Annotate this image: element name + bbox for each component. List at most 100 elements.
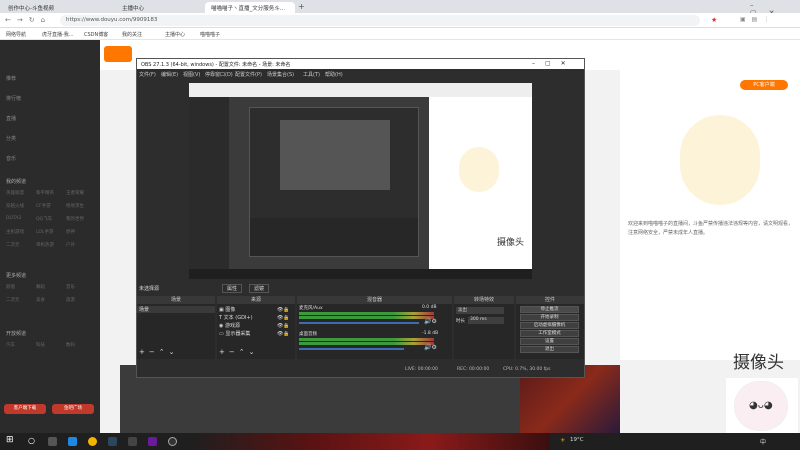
obs-menu-view[interactable]: 视图(V) [183,71,200,78]
nav-buttons-icon[interactable]: ←→↻⌂ [5,16,51,24]
chrome-icon[interactable] [88,437,97,446]
sidebar-item-rank[interactable]: 排行榜 [6,95,21,102]
task-view-icon[interactable] [48,437,57,446]
duration-input[interactable]: 300 ms [468,317,504,324]
new-tab-icon[interactable]: + [298,2,305,11]
volume-slider[interactable] [299,348,404,350]
speaker-gear-icon[interactable]: 🔊⚙ [424,344,437,351]
filters-button[interactable]: 滤镜 [249,284,270,293]
settings-button[interactable]: 设置 [520,338,579,345]
channel-link[interactable]: 音乐 [66,284,96,290]
mascot-image [680,115,760,205]
channel-link[interactable]: 旅游 [66,297,96,303]
obs-menu-tools[interactable]: 工具(T) [303,71,320,78]
channel-link[interactable]: 王者荣耀 [66,190,96,196]
obs-menu-help[interactable]: 帮助(H) [325,71,343,78]
bookmark-item[interactable]: 喵喵喵子 [200,31,220,38]
channel-link[interactable]: 二次元 [6,242,36,248]
channel-link[interactable]: 和平精英 [36,190,66,196]
browser-tab-1[interactable]: 创作中心-斗鱼视频 [2,2,62,13]
obs-menu-profile[interactable]: 配置文件(P) [235,71,262,78]
ime-indicator[interactable]: 中 [760,437,766,446]
bookmark-item[interactable]: CSDN博客 [84,31,108,38]
source-controls-icon[interactable]: +−⌃⌄ [219,348,258,356]
channel-link[interactable]: DOTA2 [6,216,36,222]
obs-menu-docks[interactable]: 停靠窗口(D) [205,71,233,78]
preview-browser-chrome [189,83,532,97]
obs-source-toolbar: 未选择源 属性 滤镜 [137,283,584,293]
bookmark-item[interactable]: 主播中心 [165,31,185,38]
weather-icon[interactable]: ☀ [560,437,565,444]
stop-streaming-button[interactable]: 停止推流 [520,306,579,313]
search-icon[interactable]: ○ [28,436,35,445]
sidebar-item-music[interactable]: 音乐 [6,155,16,162]
controls-dock: 停止推流 开始录制 启动虚拟摄像机 工作室模式 设置 退出 [516,304,584,359]
channel-link[interactable]: 原神 [66,229,96,235]
scene-item[interactable]: 场景 [137,306,215,313]
channel-link[interactable]: 穿越火线 [6,203,36,209]
transitions-dock-title: 转场特效 [454,296,514,304]
studio-mode-button[interactable]: 工作室模式 [520,330,579,337]
properties-button[interactable]: 属性 [222,284,243,293]
app-icon[interactable] [148,437,157,446]
obs-taskbar-icon[interactable] [168,437,177,446]
start-recording-button[interactable]: 开始录制 [520,314,579,321]
obs-window-controls-icon[interactable]: –▢✕ [532,60,576,67]
steam-icon[interactable] [108,437,117,446]
source-item[interactable]: ◉ 游戏源 [219,322,240,329]
pc-client-button[interactable]: PC客户端 [740,80,788,90]
taskbar-wallpaper-strip [190,433,550,450]
client-download-button[interactable]: 客户端下载 [4,404,46,414]
channel-link[interactable]: 美食 [36,297,66,303]
channel-link[interactable]: 主机游戏 [6,229,36,235]
obs-menu-file[interactable]: 文件(F) [139,71,156,78]
exit-button[interactable]: 退出 [520,346,579,353]
app-icon[interactable] [128,437,137,446]
channel-link[interactable]: QQ飞车 [36,216,66,222]
edge-icon[interactable] [68,437,77,446]
channel-link[interactable]: CF手游 [36,203,66,209]
bookmark-star-icon[interactable]: ★ [711,16,717,24]
scene-controls-icon[interactable]: +−⌃⌄ [139,348,178,356]
speaker-gear-icon[interactable]: 🔊⚙ [424,318,437,325]
channel-link[interactable]: 颜值 [6,284,36,290]
channel-link[interactable]: 绝地求生 [66,203,96,209]
browser-tab-2[interactable]: 主播中心 [116,2,171,13]
browser-menu-icon[interactable]: ▣▤⋮ [740,16,775,23]
bookmark-item[interactable]: 网络导航 [6,31,26,38]
obs-menu-scene-collection[interactable]: 场景集合(S) [267,71,294,78]
obs-menu-edit[interactable]: 编辑(E) [161,71,178,78]
bookmarks-bar: 网络导航 虎牙直播-我... CSDN博客 我的关注 主播中心 喵喵喵子 [0,28,800,40]
channel-link[interactable]: 二次元 [6,297,36,303]
source-item[interactable]: ▣ 图像 [219,306,235,313]
channel-link[interactable]: 舞蹈 [36,284,66,290]
obs-preview-canvas[interactable]: 摄像头 [189,83,532,279]
windows-start-icon[interactable]: ⊞ [6,435,14,445]
source-item[interactable]: T 文本 (GDI+) [219,314,253,321]
yuba-button[interactable]: 鱼吧广场 [52,404,94,414]
volume-slider[interactable] [299,322,419,324]
browser-tab-3[interactable]: 喵喵喵子丶直播_文分服务斗... [205,2,295,13]
transition-select[interactable]: 淡出 [456,307,504,314]
channel-link[interactable]: 汽车 [6,342,36,348]
channel-link[interactable]: LOL手游 [36,229,66,235]
source-item[interactable]: ▭ 显示器采集 [219,330,250,337]
sidebar-item-recommend[interactable]: 推荐 [6,75,16,82]
scenes-dock-title: 场景 [137,296,215,304]
douyu-logo[interactable] [104,46,132,62]
url-field[interactable]: https://www.douyu.com/9909183 [60,15,700,26]
sidebar-item-live[interactable]: 直播 [6,115,16,122]
visibility-lock-icons[interactable]: 👁🔒 👁🔒 👁🔒 👁🔒 [277,306,290,338]
face-icon: ◕ᴗ◕ [734,381,788,431]
virtual-camera-button[interactable]: 启动虚拟摄像机 [520,322,579,329]
bookmark-item[interactable]: 虎牙直播-我... [42,31,74,38]
channel-link[interactable]: 单机热游 [36,242,66,248]
channel-link[interactable]: 我的世界 [66,216,96,222]
channel-link[interactable]: 科技 [36,342,66,348]
channel-link[interactable]: 英雄联盟 [6,190,36,196]
sidebar-item-category[interactable]: 分类 [6,135,16,142]
bookmark-item[interactable]: 我的关注 [122,31,142,38]
sidebar-section-title: 更多频道 [6,273,27,279]
channel-link[interactable]: 户外 [66,242,96,248]
channel-link[interactable]: 数码 [66,342,96,348]
